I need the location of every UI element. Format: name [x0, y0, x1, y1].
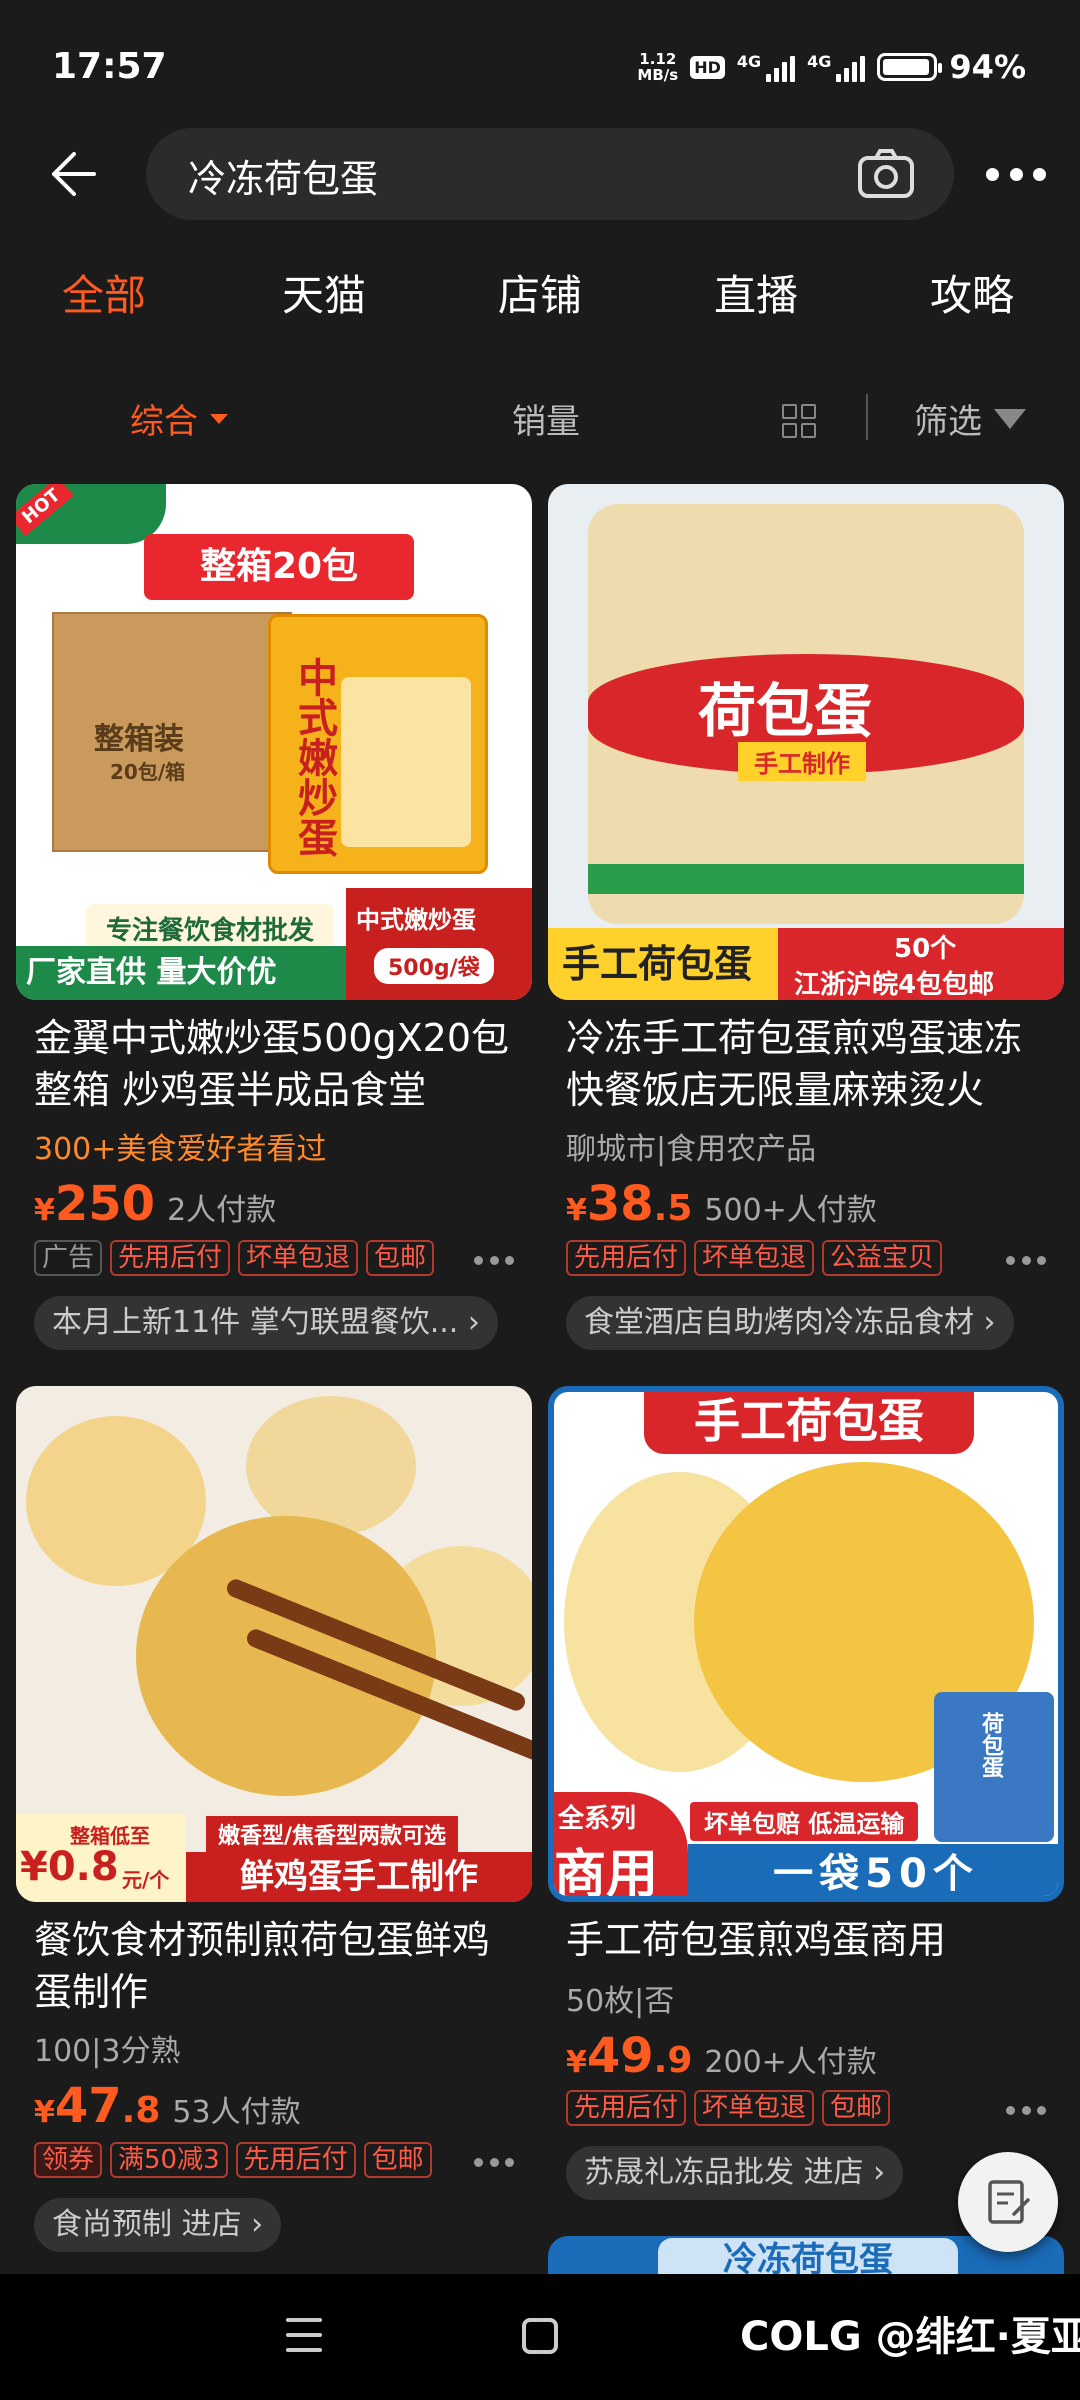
product-price: ¥47.8 — [34, 2078, 161, 2134]
system-nav-bar: COLG @绯红·夏亚 — [0, 2274, 1080, 2400]
product-image[interactable]: 手工荷包蛋 荷包蛋 全系列 商用 坏单包赔 低温运输 一袋50个 — [548, 1386, 1064, 1902]
product-title[interactable]: 餐饮食材预制煎荷包蛋鲜鸡蛋制作 — [34, 1914, 524, 2018]
tag: 坏单包退 — [694, 1240, 815, 1276]
price-row: ¥47.8 53人付款 — [34, 2078, 301, 2134]
signal-icon-sim2: 4G — [807, 52, 866, 82]
product-subtitle: 300+美食爱好者看过 — [34, 1132, 327, 1167]
more-dots-icon[interactable] — [474, 1256, 514, 1266]
more-dots-icon[interactable] — [474, 2158, 514, 2168]
battery-icon — [877, 53, 943, 81]
product-card[interactable]: 荷包蛋 手工制作 手工荷包蛋 50个 江浙沪皖4包包邮 冷冻手工荷包蛋煎鸡蛋速冻… — [548, 484, 1064, 1364]
shop-link[interactable]: 本月上新11件 掌勺联盟餐饮... › — [34, 1296, 498, 1350]
search-input[interactable]: 冷冻荷包蛋 — [146, 128, 954, 220]
buyer-count: 53人付款 — [172, 2095, 301, 2130]
caret-down-icon — [210, 413, 228, 424]
camera-icon[interactable] — [856, 148, 916, 200]
price-row: ¥250 2人付款 — [34, 1176, 276, 1232]
tag-row: 领券 满50减3 先用后付 包邮 — [34, 2142, 432, 2178]
tag: 满50减3 — [110, 2142, 228, 2178]
more-dots-icon[interactable] — [1006, 2106, 1046, 2116]
sort-default[interactable]: 综合 — [130, 394, 228, 443]
tag: 先用后付 — [110, 1240, 231, 1276]
shop-link[interactable]: 食堂酒店自助烤肉冷冻品食材 › — [566, 1296, 1014, 1350]
product-title[interactable]: 手工荷包蛋煎鸡蛋商用 — [566, 1914, 1056, 1966]
product-price: ¥250 — [34, 1176, 156, 1232]
filter-button[interactable]: 筛选 — [914, 394, 1026, 443]
feedback-button[interactable] — [958, 2152, 1058, 2252]
product-image[interactable]: HOT 整箱20包 整箱装 20包/箱 中式嫩炒蛋 专注餐饮食材批发 厂家直供 … — [16, 484, 532, 1000]
tag-row: 先用后付 坏单包退 包邮 — [566, 2090, 891, 2126]
product-title[interactable]: 冷冻手工荷包蛋煎鸡蛋速冻快餐饭店无限量麻辣烫火 — [566, 1012, 1056, 1116]
sort-sales[interactable]: 销量 — [512, 394, 580, 443]
shop-link[interactable]: 食尚预制 进店 › — [34, 2198, 282, 2252]
battery-level — [883, 59, 929, 75]
bag-illustration: 中式嫩炒蛋 — [268, 614, 488, 874]
shop-link[interactable]: 苏晟礼冻品批发 进店 › — [566, 2146, 904, 2200]
status-time: 17:57 — [52, 46, 167, 87]
tag-row: 先用后付 坏单包退 公益宝贝 — [566, 1240, 943, 1276]
search-query[interactable]: 冷冻荷包蛋 — [188, 148, 378, 203]
watermark: COLG @绯红·夏亚 — [740, 2314, 1080, 2360]
status-icons: 1.12 MB/s HD 4G 4G 94% — [637, 48, 1026, 86]
tab-all[interactable]: 全部 — [62, 262, 146, 323]
sort-divider — [866, 394, 868, 440]
product-image[interactable]: 荷包蛋 手工制作 手工荷包蛋 50个 江浙沪皖4包包邮 — [548, 484, 1064, 1000]
grid-view-icon[interactable] — [782, 404, 816, 438]
buyer-count: 200+人付款 — [704, 2045, 877, 2080]
category-tabs: 全部 天猫 店铺 直播 攻略 — [0, 262, 1080, 332]
hd-icon: HD — [690, 55, 725, 79]
filter-icon — [994, 408, 1026, 429]
tag: 坏单包退 — [238, 1240, 359, 1276]
tag: 包邮 — [363, 2142, 432, 2178]
product-subtitle: 50枚|否 — [566, 1984, 675, 2019]
tag: 先用后付 — [566, 1240, 687, 1276]
tab-live[interactable]: 直播 — [714, 262, 798, 323]
price-row: ¥49.9 200+人付款 — [566, 2028, 877, 2084]
tag: 先用后付 — [566, 2090, 687, 2126]
tab-stores[interactable]: 店铺 — [498, 262, 582, 323]
tag-row: 广告 先用后付 坏单包退 包邮 — [34, 1240, 435, 1276]
battery-percent: 94% — [949, 48, 1026, 86]
signal-icon-sim1: 4G — [737, 52, 796, 82]
box-illustration: 整箱装 20包/箱 — [52, 612, 292, 852]
ad-tag: 广告 — [34, 1240, 103, 1276]
price-row: ¥38.5 500+人付款 — [566, 1176, 877, 1232]
more-dots-icon[interactable] — [986, 164, 1046, 184]
tag: 包邮 — [822, 2090, 891, 2126]
sort-bar: 综合 销量 筛选 — [0, 388, 1080, 448]
network-speed: 1.12 MB/s — [637, 50, 679, 84]
product-title[interactable]: 金翼中式嫩炒蛋500gX20包整箱 炒鸡蛋半成品食堂 — [34, 1012, 524, 1116]
tag: 坏单包退 — [694, 2090, 815, 2126]
tag: 公益宝贝 — [822, 1240, 943, 1276]
tab-tmall[interactable]: 天猫 — [282, 262, 366, 323]
menu-icon[interactable] — [286, 2318, 322, 2352]
coupon-tag[interactable]: 领券 — [34, 2142, 103, 2178]
product-price: ¥49.9 — [566, 2028, 693, 2084]
product-subtitle: 100|3分熟 — [34, 2034, 181, 2069]
home-icon[interactable] — [522, 2318, 558, 2354]
buyer-count: 500+人付款 — [704, 1193, 877, 1228]
tab-guides[interactable]: 攻略 — [930, 262, 1014, 323]
product-card[interactable]: 整箱低至 ¥0.8 元/个 嫩香型/焦香型两款可选 鲜鸡蛋手工制作 餐饮食材预制… — [16, 1386, 532, 2266]
product-card[interactable]: 手工荷包蛋 荷包蛋 全系列 商用 坏单包赔 低温运输 一袋50个 手工荷包蛋煎鸡… — [548, 1386, 1064, 2226]
tag: 包邮 — [366, 1240, 435, 1276]
product-image[interactable]: 整箱低至 ¥0.8 元/个 嫩香型/焦香型两款可选 鲜鸡蛋手工制作 — [16, 1386, 532, 1902]
back-arrow-icon[interactable] — [44, 148, 100, 200]
product-subtitle: 聊城市|食用农产品 — [566, 1132, 817, 1167]
buyer-count: 2人付款 — [167, 1193, 277, 1228]
edit-note-icon — [988, 2180, 1030, 2224]
tag: 先用后付 — [235, 2142, 356, 2178]
search-header: 冷冻荷包蛋 — [0, 128, 1080, 220]
status-bar: 17:57 1.12 MB/s HD 4G 4G 94% — [0, 0, 1080, 130]
product-price: ¥38.5 — [566, 1176, 693, 1232]
product-card[interactable]: HOT 整箱20包 整箱装 20包/箱 中式嫩炒蛋 专注餐饮食材批发 厂家直供 … — [16, 484, 532, 1364]
more-dots-icon[interactable] — [1006, 1256, 1046, 1266]
